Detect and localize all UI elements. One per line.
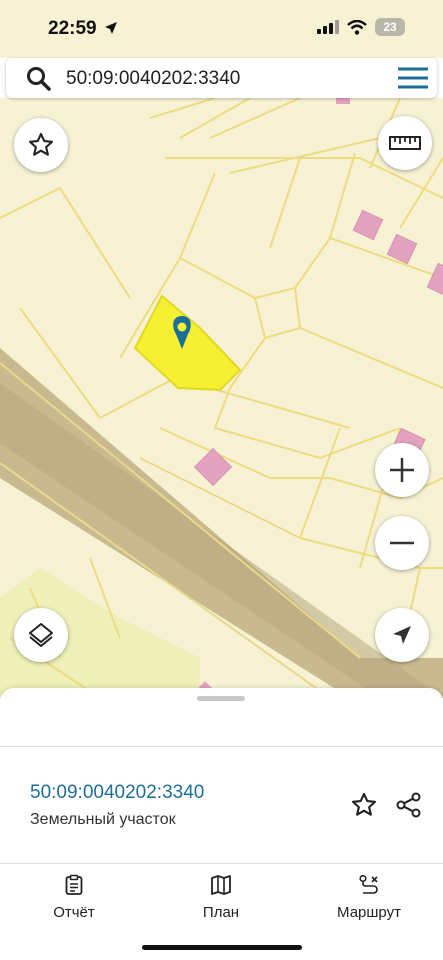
minus-icon — [390, 541, 414, 545]
status-bar: 22:59 23 — [0, 0, 443, 58]
navigation-arrow-icon — [393, 626, 411, 644]
status-icons: 23 — [317, 18, 405, 36]
map-view[interactable] — [0, 98, 443, 698]
zoom-in-button[interactable] — [375, 443, 429, 497]
parcel-bottom-sheet[interactable]: 50:09:0040202:3340 Земельный участок Отч… — [0, 688, 443, 960]
search-bar[interactable]: 50:09:0040202:3340 — [6, 58, 437, 98]
hamburger-menu-icon[interactable] — [397, 66, 429, 90]
ruler-button[interactable] — [378, 116, 432, 170]
nav-plan-label: План — [202, 904, 240, 921]
divider — [0, 746, 443, 747]
layers-icon — [29, 623, 53, 647]
status-time: 22:59 — [48, 18, 97, 39]
search-icon[interactable] — [26, 66, 52, 92]
cadastral-map[interactable] — [0, 98, 443, 698]
nav-report-label: Отчёт — [53, 904, 95, 921]
signal-icon — [317, 20, 339, 34]
share-icon[interactable] — [395, 791, 423, 819]
divider — [0, 863, 443, 864]
nav-route-label: Маршрут — [337, 904, 401, 921]
zoom-out-button[interactable] — [375, 516, 429, 570]
plus-icon — [390, 458, 414, 482]
home-indicator[interactable] — [142, 945, 302, 950]
favorite-button[interactable] — [14, 118, 68, 172]
nav-report[interactable]: Отчёт — [19, 874, 129, 921]
parcel-id[interactable]: 50:09:0040202:3340 — [30, 782, 204, 804]
sheet-drag-handle[interactable] — [197, 696, 245, 701]
my-location-button[interactable] — [375, 608, 429, 662]
location-arrow-icon — [105, 22, 117, 34]
wifi-icon — [347, 19, 367, 35]
layers-button[interactable] — [14, 608, 68, 662]
report-icon — [65, 874, 83, 895]
parcel-type: Земельный участок — [30, 811, 176, 828]
nav-route[interactable]: Маршрут — [314, 874, 424, 921]
ruler-icon — [389, 136, 421, 150]
map-icon — [211, 875, 231, 895]
star-icon — [28, 132, 54, 156]
star-icon[interactable] — [350, 791, 378, 819]
nav-plan[interactable]: План — [166, 874, 276, 921]
battery-indicator: 23 — [375, 18, 405, 36]
route-icon — [359, 874, 378, 894]
search-input[interactable]: 50:09:0040202:3340 — [66, 68, 240, 90]
